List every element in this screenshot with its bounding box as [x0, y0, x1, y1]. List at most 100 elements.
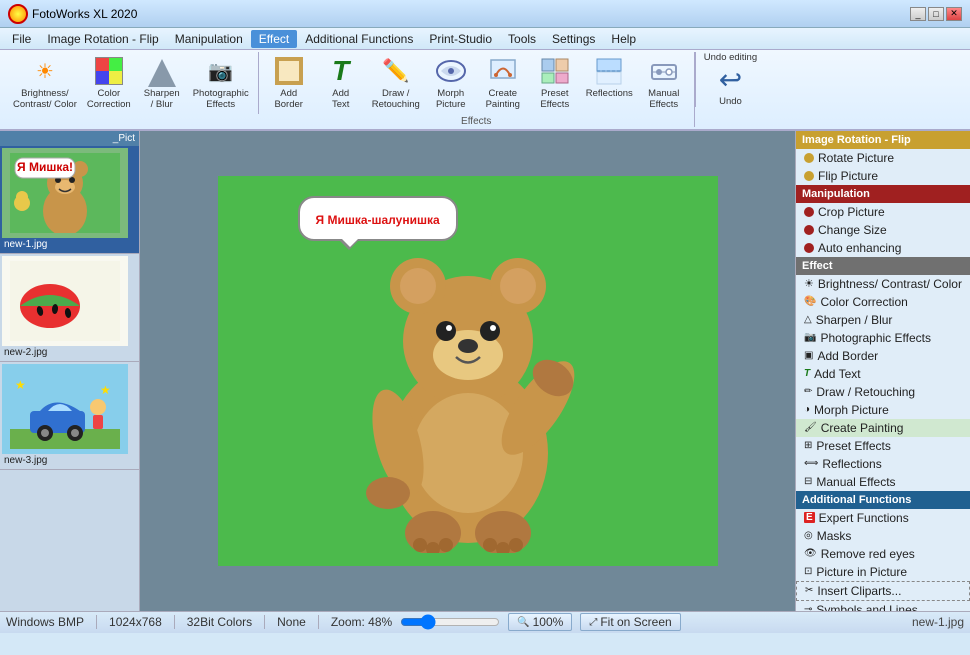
- panel-item-text[interactable]: T Add Text: [796, 365, 970, 383]
- panel-item-border[interactable]: ▣ Add Border: [796, 347, 970, 365]
- panel-item-expert[interactable]: E Expert Functions: [796, 509, 970, 527]
- sharpen-button[interactable]: Sharpen/ Blur: [136, 52, 188, 114]
- undo-button[interactable]: ↩: [719, 63, 742, 96]
- panel-item-manual[interactable]: ⊟ Manual Effects: [796, 473, 970, 491]
- menu-additional[interactable]: Additional Functions: [297, 30, 421, 48]
- add-text-button[interactable]: T AddText: [315, 52, 367, 114]
- crop-icon: [804, 207, 814, 217]
- status-format: Windows BMP: [6, 615, 84, 629]
- panel-item-preset[interactable]: ⊞ Preset Effects: [796, 437, 970, 455]
- thumbnail-image-1: Я Мишка!: [2, 148, 128, 238]
- brightness-button[interactable]: ☀ Brightness/Contrast/ Color: [8, 52, 82, 114]
- thumbnail-item-2[interactable]: new-2.jpg: [0, 254, 139, 362]
- toolbar-group-effects: AddBorder T AddText ✏️ Draw /Retouching: [259, 52, 695, 127]
- create-painting-button[interactable]: CreatePainting: [477, 52, 529, 114]
- painting-label: CreatePainting: [486, 88, 520, 111]
- thumbnail-item-1[interactable]: Я Мишка! new-1.jpg: [0, 146, 139, 254]
- panel-header: _Pict: [0, 131, 139, 146]
- flip-icon: [804, 171, 814, 181]
- bear-illustration: [338, 223, 598, 556]
- auto-icon: [804, 243, 814, 253]
- logo-icon: [8, 4, 28, 24]
- thumbnail-label-3: new-3.jpg: [2, 454, 137, 467]
- menubar: File Image Rotation - Flip Manipulation …: [0, 28, 970, 50]
- brush-icon: ✏️: [380, 55, 412, 87]
- panel-item-photo[interactable]: 📷 Photographic Effects: [796, 329, 970, 347]
- panel-item-redeye[interactable]: 👁 Remove red eyes: [796, 545, 970, 563]
- thumbnail-item-3[interactable]: ★ ★ new-3.jpg: [0, 362, 139, 470]
- draw-button[interactable]: ✏️ Draw /Retouching: [367, 52, 425, 114]
- redeye-icon: 👁: [804, 548, 817, 559]
- preset-effects-button[interactable]: PresetEffects: [529, 52, 581, 114]
- border-p-icon: ▣: [804, 350, 813, 361]
- reflections-label: Reflections: [586, 88, 633, 99]
- panel-item-morph[interactable]: ◑ Morph Picture: [796, 401, 970, 419]
- color-p-icon: 🎨: [804, 296, 816, 307]
- sep2: [174, 615, 175, 629]
- panel-item-cliparts[interactable]: ✂ Insert Cliparts...: [796, 581, 970, 601]
- draw-label: Draw /Retouching: [372, 88, 420, 111]
- preset-label: PresetEffects: [540, 88, 569, 111]
- fit-screen-button[interactable]: ⤢ Fit on Screen: [580, 613, 680, 631]
- canvas-area: Я Мишка-шалунишка: [140, 131, 795, 611]
- panel-item-draw[interactable]: ✏ Draw / Retouching: [796, 383, 970, 401]
- panel-item-brightness[interactable]: ☀ Brightness/ Contrast/ Color: [796, 275, 970, 293]
- zoom-slider[interactable]: [400, 615, 500, 629]
- sun-icon: ☀: [29, 55, 61, 87]
- triangle-icon: [146, 55, 178, 87]
- panel-item-crop[interactable]: Crop Picture: [796, 203, 970, 221]
- panel-item-pic-in-pic[interactable]: ⊡ Picture in Picture: [796, 563, 970, 581]
- effects-buttons-row: AddBorder T AddText ✏️ Draw /Retouching: [263, 52, 690, 114]
- section-header-manipulation: Manipulation: [796, 185, 970, 203]
- manual-effects-button[interactable]: ManualEffects: [638, 52, 690, 114]
- menu-rotation[interactable]: Image Rotation - Flip: [39, 30, 166, 48]
- morph-p-icon: ◑: [804, 404, 810, 415]
- window-controls: _ □ ✕: [910, 7, 962, 21]
- titlebar: FotoWorks XL 2020 _ □ ✕: [0, 0, 970, 28]
- panel-item-reflect[interactable]: ⟺ Reflections: [796, 455, 970, 473]
- minimize-button[interactable]: _: [910, 7, 926, 21]
- menu-manipulation[interactable]: Manipulation: [167, 30, 251, 48]
- painting-p-icon: 🖌: [804, 422, 817, 433]
- svg-text:★: ★: [100, 383, 111, 397]
- right-panel: Image Rotation - Flip Rotate Picture Fli…: [795, 131, 970, 611]
- photographic-button[interactable]: 📷 PhotographicEffects: [188, 52, 254, 114]
- color-correction-button[interactable]: ColorCorrection: [82, 52, 136, 114]
- app-logo: FotoWorks XL 2020: [8, 4, 137, 24]
- status-mode: None: [277, 615, 306, 629]
- panel-item-masks[interactable]: ◎ Masks: [796, 527, 970, 545]
- close-button[interactable]: ✕: [946, 7, 962, 21]
- panel-item-sharpen[interactable]: △ Sharpen / Blur: [796, 311, 970, 329]
- menu-print[interactable]: Print-Studio: [421, 30, 500, 48]
- app-title: FotoWorks XL 2020: [32, 7, 137, 21]
- panel-item-flip[interactable]: Flip Picture: [796, 167, 970, 185]
- undo-wrapper: Undo editing ↩ Undo: [695, 52, 757, 107]
- svg-text:Я Мишка!: Я Мишка!: [17, 160, 73, 174]
- border-label: AddBorder: [274, 88, 303, 111]
- status-filename: new-1.jpg: [912, 615, 964, 629]
- panel-item-size[interactable]: Change Size: [796, 221, 970, 239]
- zoom-100-icon: 🔍: [517, 617, 529, 628]
- symbols-icon: ⊸: [804, 604, 812, 611]
- add-border-button[interactable]: AddBorder: [263, 52, 315, 114]
- color-swatch-icon: [93, 55, 125, 87]
- menu-help[interactable]: Help: [603, 30, 644, 48]
- brightness-label: Brightness/Contrast/ Color: [13, 88, 77, 111]
- svg-text:★: ★: [15, 378, 26, 392]
- restore-button[interactable]: □: [928, 7, 944, 21]
- sep3: [264, 615, 265, 629]
- panel-item-color-corr[interactable]: 🎨 Color Correction: [796, 293, 970, 311]
- brightness-p-icon: ☀: [804, 277, 814, 290]
- panel-item-painting[interactable]: 🖌 Create Painting: [796, 419, 970, 437]
- panel-item-rotate[interactable]: Rotate Picture: [796, 149, 970, 167]
- reflections-button[interactable]: Reflections: [581, 52, 638, 114]
- menu-file[interactable]: File: [4, 30, 39, 48]
- zoom-100-button[interactable]: 🔍 100%: [508, 613, 572, 631]
- panel-item-symbols[interactable]: ⊸ Symbols and Lines: [796, 601, 970, 611]
- menu-effect[interactable]: Effect: [251, 30, 297, 48]
- menu-settings[interactable]: Settings: [544, 30, 603, 48]
- effects-group-label: Effects: [263, 114, 690, 127]
- panel-item-auto[interactable]: Auto enhancing: [796, 239, 970, 257]
- menu-tools[interactable]: Tools: [500, 30, 544, 48]
- morph-button[interactable]: MorphPicture: [425, 52, 477, 114]
